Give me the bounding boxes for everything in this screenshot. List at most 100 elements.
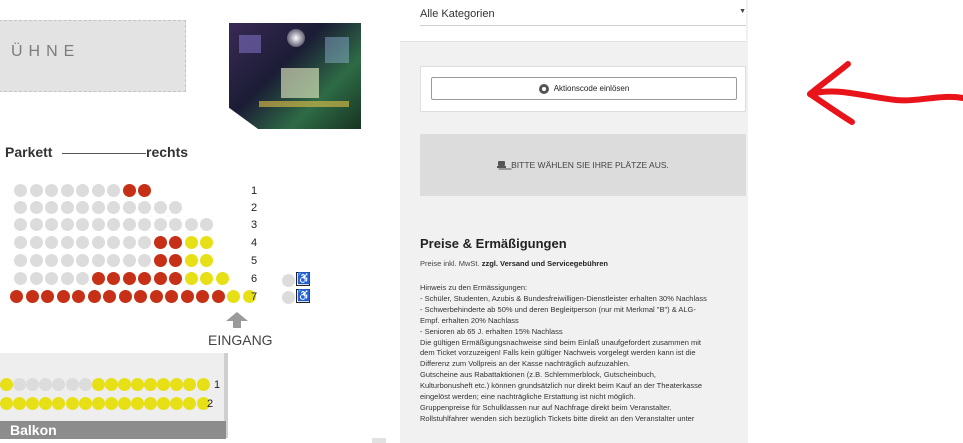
- seat-free[interactable]: [14, 184, 27, 197]
- seat-avail[interactable]: [200, 254, 213, 267]
- seat-free[interactable]: [78, 378, 92, 391]
- wheelchair-seat[interactable]: [282, 291, 295, 304]
- seat-free[interactable]: [138, 218, 151, 231]
- seat-avail[interactable]: [104, 378, 118, 391]
- seat-free[interactable]: [14, 254, 27, 267]
- seat-free[interactable]: [184, 218, 198, 231]
- seat-avail[interactable]: [0, 378, 13, 391]
- seat-free[interactable]: [138, 254, 151, 267]
- seat-free[interactable]: [45, 272, 58, 285]
- seat-free[interactable]: [60, 201, 74, 214]
- seat-free[interactable]: [45, 201, 58, 214]
- seat-taken: [25, 290, 39, 303]
- entrance-arrow-icon: [226, 312, 248, 328]
- seat-free[interactable]: [107, 236, 120, 249]
- seat-free[interactable]: [14, 218, 27, 231]
- seat-free[interactable]: [169, 218, 182, 231]
- prices-subtitle: Preise inkl. MwSt. zzgl. Versand und Ser…: [420, 259, 608, 268]
- seat-free[interactable]: [60, 272, 74, 285]
- seat-avail[interactable]: [131, 397, 144, 410]
- seat-free[interactable]: [29, 218, 43, 231]
- seat-free[interactable]: [138, 236, 151, 249]
- seat-free[interactable]: [29, 236, 43, 249]
- seat-avail[interactable]: [117, 397, 131, 410]
- seat-free[interactable]: [76, 272, 89, 285]
- seat-free[interactable]: [138, 201, 151, 214]
- seat-avail[interactable]: [131, 378, 144, 391]
- seat-free[interactable]: [107, 254, 120, 267]
- wheelchair-seat[interactable]: [282, 274, 295, 287]
- seat-free[interactable]: [107, 201, 120, 214]
- seat-free[interactable]: [91, 236, 105, 249]
- seat-avail[interactable]: [184, 254, 198, 267]
- seat-free[interactable]: [45, 236, 58, 249]
- seat-free[interactable]: [122, 236, 136, 249]
- prices-subtitle-fees: zzgl. Versand und Servicegebühren: [481, 259, 608, 268]
- seat-free[interactable]: [91, 184, 105, 197]
- seat-free[interactable]: [91, 201, 105, 214]
- row-number: 2: [207, 398, 214, 410]
- seat-free[interactable]: [76, 254, 89, 267]
- seat-free[interactable]: [60, 254, 74, 267]
- stage: ÜHNE: [0, 20, 186, 92]
- seat-free[interactable]: [200, 218, 213, 231]
- seat-taken: [87, 290, 101, 303]
- seat-free[interactable]: [29, 254, 43, 267]
- seat-free[interactable]: [60, 184, 74, 197]
- seat-free[interactable]: [14, 272, 27, 285]
- seat-avail[interactable]: [200, 272, 213, 285]
- category-select[interactable]: Alle Kategorien ▼: [420, 8, 746, 26]
- seat-free[interactable]: [60, 236, 74, 249]
- seat-free[interactable]: [153, 201, 167, 214]
- seat-free[interactable]: [107, 184, 120, 197]
- wheelchair-icon: ♿: [296, 272, 311, 286]
- seat-free[interactable]: [14, 236, 27, 249]
- seat-free[interactable]: [29, 201, 43, 214]
- seat-avail[interactable]: [0, 397, 13, 410]
- seat-free[interactable]: [60, 218, 74, 231]
- seat-free[interactable]: [29, 184, 43, 197]
- seat-free[interactable]: [76, 201, 89, 214]
- discount-note-line: Kulturbonusheft etc.) können grundsätzli…: [420, 381, 703, 391]
- seat-free[interactable]: [29, 272, 43, 285]
- seat-free[interactable]: [122, 201, 136, 214]
- discount-note-line: Empf. erhalten 20% Nachlass: [420, 315, 519, 325]
- seat-avail[interactable]: [144, 397, 158, 410]
- scrollbar-handle[interactable]: [372, 438, 386, 443]
- seat-taken: [153, 236, 167, 249]
- seat-free[interactable]: [45, 218, 58, 231]
- seat-free[interactable]: [91, 218, 105, 231]
- seat-avail[interactable]: [65, 397, 79, 410]
- seat-avail[interactable]: [104, 397, 118, 410]
- seat-free[interactable]: [107, 218, 120, 231]
- seat-free[interactable]: [65, 378, 79, 391]
- seat-avail[interactable]: [184, 272, 198, 285]
- seat-free[interactable]: [13, 378, 27, 391]
- seat-avail[interactable]: [227, 290, 240, 303]
- seat-avail[interactable]: [184, 236, 198, 249]
- seat-taken: [196, 290, 209, 303]
- seat-avail[interactable]: [117, 378, 131, 391]
- seat-avail[interactable]: [144, 378, 158, 391]
- seat-free[interactable]: [122, 218, 136, 231]
- seat-free[interactable]: [153, 218, 167, 231]
- seat-avail[interactable]: [91, 378, 105, 391]
- redeem-promo-code-button[interactable]: Aktionscode einlösen: [431, 77, 737, 100]
- seat-free[interactable]: [76, 218, 89, 231]
- seat-free[interactable]: [169, 201, 182, 214]
- seat-avail[interactable]: [78, 397, 92, 410]
- seat-free[interactable]: [45, 254, 58, 267]
- seat-free[interactable]: [76, 236, 89, 249]
- venue-photo: [229, 23, 361, 129]
- seat-avail[interactable]: [215, 272, 229, 285]
- seat-avail[interactable]: [13, 397, 27, 410]
- seat-free[interactable]: [45, 184, 58, 197]
- seat-free[interactable]: [76, 184, 89, 197]
- seat-free[interactable]: [122, 254, 136, 267]
- seat-avail[interactable]: [196, 378, 210, 391]
- seat-avail[interactable]: [91, 397, 105, 410]
- seat-free[interactable]: [14, 201, 27, 214]
- seat-avail[interactable]: [200, 236, 213, 249]
- seat-free[interactable]: [91, 254, 105, 267]
- entrance-label: EINGANG: [208, 332, 273, 348]
